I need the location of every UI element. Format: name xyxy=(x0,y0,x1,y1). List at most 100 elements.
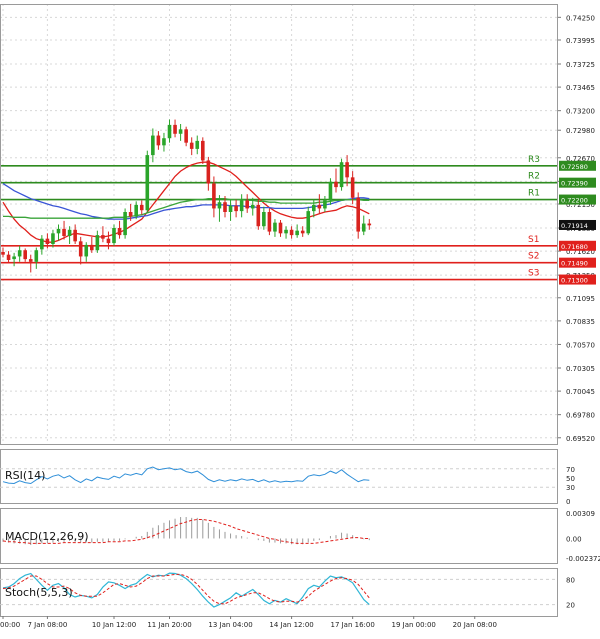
candle-body xyxy=(28,259,33,262)
level-price-label: 0.72580 xyxy=(561,163,588,171)
price-tick-label: 0.69780 xyxy=(566,412,595,420)
candle-body xyxy=(62,228,66,236)
candle-body xyxy=(312,204,316,212)
time-tick-label: 17 Jan 16:00 xyxy=(330,621,374,629)
candle-body xyxy=(195,140,200,149)
rsi-tick-label: 0 xyxy=(566,498,570,506)
price-tick-label: 0.73465 xyxy=(566,84,595,92)
price-tick-label: 0.73995 xyxy=(566,37,595,45)
candle-body xyxy=(234,205,238,212)
price-tick-label: 0.70045 xyxy=(566,388,595,396)
current-price-label: 0.71914 xyxy=(561,222,588,230)
candle-body xyxy=(284,229,288,234)
candle-body xyxy=(345,162,349,178)
candle-body xyxy=(189,142,194,149)
candle-body xyxy=(339,162,344,188)
candle-body xyxy=(95,235,100,251)
candle-body xyxy=(250,204,255,209)
level-price-label: 0.71680 xyxy=(561,243,588,251)
candle-body xyxy=(289,229,294,236)
candle-body xyxy=(228,205,233,212)
candle-body xyxy=(201,140,205,161)
price-tick-label: 0.70835 xyxy=(566,318,595,326)
rsi-pane: 705030 0 RSI(14) xyxy=(0,449,575,506)
candle-body xyxy=(245,200,249,209)
rsi-pane-bg xyxy=(0,449,558,503)
level-price-label: 0.71490 xyxy=(561,260,588,268)
candle-body xyxy=(45,238,50,244)
candle-body xyxy=(51,233,55,244)
candle-body xyxy=(173,124,177,134)
candle-body xyxy=(350,177,355,198)
candle-body xyxy=(328,181,333,201)
candle-body xyxy=(17,250,22,257)
rsi-tick-label: 50 xyxy=(566,475,575,483)
level-name-s1: S1 xyxy=(528,235,539,245)
stoch-title: Stoch(5,5,3) xyxy=(5,586,73,599)
candle-body xyxy=(12,256,16,260)
candle-body xyxy=(212,183,216,209)
stoch-pane-bg xyxy=(0,568,558,616)
candle-body xyxy=(84,244,89,257)
time-tick-label: 13 Jan 04:00 xyxy=(208,621,252,629)
level-price-label: 0.71300 xyxy=(561,277,588,285)
candle-body xyxy=(167,124,172,139)
candle-body xyxy=(273,222,277,232)
candle-body xyxy=(90,244,94,251)
candle-body xyxy=(78,241,83,257)
candle-body xyxy=(145,155,150,211)
level-name-r2: R2 xyxy=(528,172,540,182)
candle-body xyxy=(56,228,61,234)
time-tick-label: 20 Jan 08:00 xyxy=(453,621,497,629)
macd-tick-label: 0.00 xyxy=(566,535,582,543)
price-tick-label: 0.70570 xyxy=(566,341,595,349)
candle-body xyxy=(73,229,77,242)
price-tick-label: 0.70305 xyxy=(566,365,595,373)
candle-body xyxy=(162,138,166,146)
price-tick-label: 0.74250 xyxy=(566,14,595,22)
candle-body xyxy=(6,254,11,260)
price-tick-label: 0.73200 xyxy=(566,108,595,116)
candle-body xyxy=(334,181,338,188)
price-tick-label: 0.69520 xyxy=(566,435,595,443)
price-tick-label: 0.73725 xyxy=(566,61,595,69)
time-tick-label: 19 Jan 00:00 xyxy=(392,621,436,629)
candle-body xyxy=(23,250,27,260)
candle-body xyxy=(267,212,272,232)
time-tick-label: 11 Jan 20:00 xyxy=(147,621,191,629)
rsi-tick-label: 30 xyxy=(566,484,575,492)
candle-body xyxy=(278,222,283,234)
candle-body xyxy=(239,200,244,212)
level-name-s2: S2 xyxy=(528,252,539,262)
time-tick-label: 14 Jan 12:00 xyxy=(269,621,313,629)
candle-body xyxy=(117,228,122,236)
candle-body xyxy=(256,204,261,227)
candle-body xyxy=(217,202,222,209)
candle-body xyxy=(223,202,227,212)
candle-body xyxy=(123,212,127,236)
candle-body xyxy=(40,238,44,250)
candle-body xyxy=(206,160,211,184)
stoch-tick-label: 20 xyxy=(566,602,575,610)
macd-pane: 0.00309 0.00 -0.002372 MACD(12,26,9) xyxy=(0,508,600,564)
rsi-title: RSI(14) xyxy=(5,469,45,482)
level-name-s3: S3 xyxy=(528,269,539,279)
candle-body xyxy=(112,228,116,244)
level-name-r3: R3 xyxy=(528,155,540,165)
stoch-pane: 80 20 Stoch(5,5,3) xyxy=(0,568,575,617)
level-price-label: 0.72200 xyxy=(561,197,588,205)
candle-body xyxy=(128,212,133,217)
candle-body xyxy=(306,211,311,234)
candle-body xyxy=(106,238,111,244)
candle-body xyxy=(134,204,138,217)
candle-body xyxy=(317,204,322,209)
candle-body xyxy=(151,135,155,156)
candle-body xyxy=(361,223,366,232)
candle-body xyxy=(295,230,299,236)
time-axis: 00:00 7 Jan 08:00 10 Jan 12:00 11 Jan 20:00… xyxy=(0,616,497,629)
time-tick-label: 10 Jan 12:00 xyxy=(92,621,136,629)
macd-tick-label: -0.002372 xyxy=(566,555,600,563)
candle-body xyxy=(184,129,188,143)
rsi-tick-label: 70 xyxy=(566,466,575,474)
time-tick-label: 00:00 xyxy=(0,621,20,629)
